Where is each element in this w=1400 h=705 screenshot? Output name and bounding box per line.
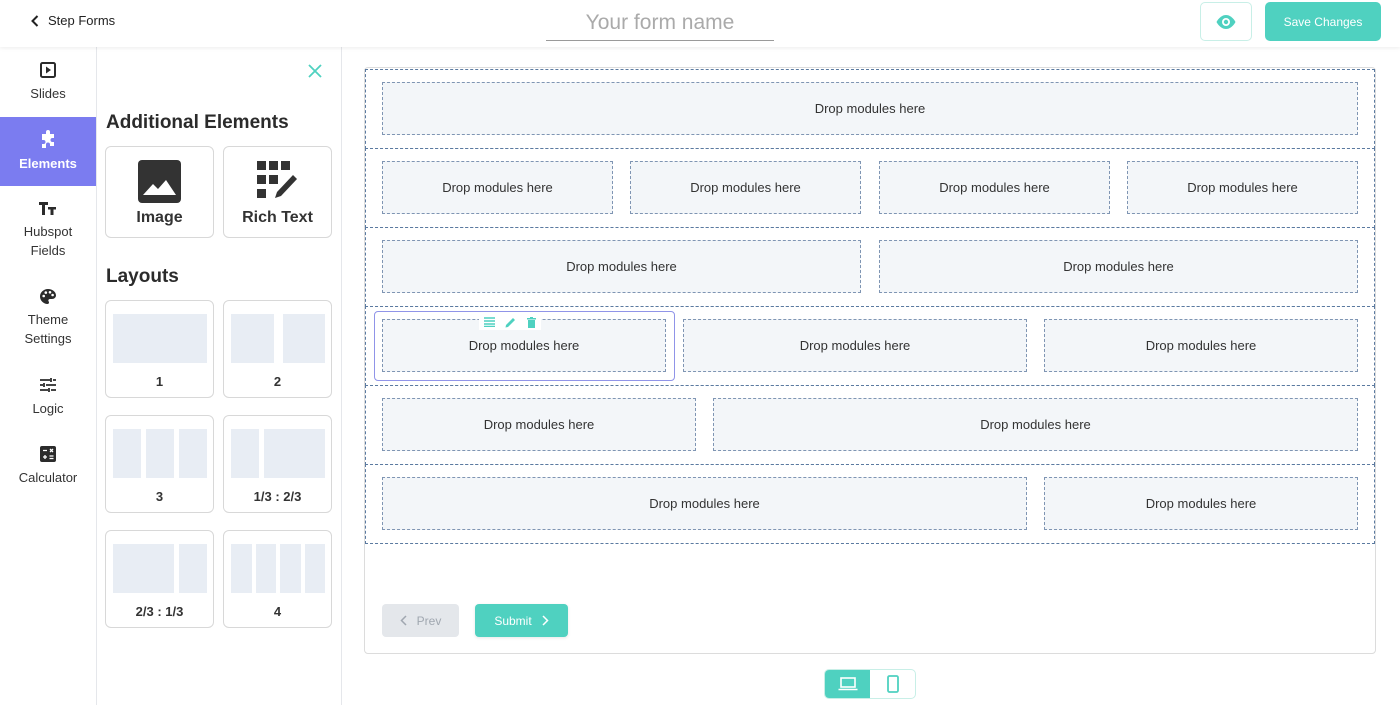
eye-icon — [1216, 14, 1236, 29]
layout-label: 1 — [155, 374, 164, 389]
play-square-icon — [40, 59, 56, 81]
element-card-image[interactable]: Image — [105, 146, 214, 238]
sliders-icon — [39, 374, 57, 396]
elements-panel: Additional Elements Image Rich Text Layo… — [97, 47, 342, 705]
layout-label: 2/3 : 1/3 — [135, 604, 184, 619]
nav-item-theme-settings[interactable]: Theme Settings — [0, 286, 96, 348]
back-label: Step Forms — [48, 13, 116, 28]
layout-preview — [231, 544, 325, 593]
form-name-input[interactable] — [546, 6, 774, 41]
layout-preview — [231, 429, 325, 478]
layout-card-1-3-2-3[interactable]: 1/3 : 2/3 — [223, 415, 332, 513]
form-row[interactable]: Drop modules here Drop modules here Drop… — [365, 148, 1375, 228]
drop-zone[interactable]: Drop modules here — [382, 477, 1027, 530]
calculator-icon — [40, 443, 56, 465]
preview-button[interactable] — [1200, 2, 1252, 41]
drop-zone[interactable]: Drop modules here — [1044, 477, 1358, 530]
additional-elements-title: Additional Elements — [106, 112, 289, 133]
nav-label: Calculator — [18, 470, 78, 485]
layouts-title: Layouts — [106, 266, 179, 287]
prev-label: Prev — [416, 613, 442, 628]
layout-preview — [113, 429, 207, 478]
drop-zone[interactable]: Drop modules here — [630, 161, 861, 214]
mobile-icon — [886, 675, 899, 693]
layout-card-1[interactable]: 1 — [105, 300, 214, 398]
layout-card-3[interactable]: 3 — [105, 415, 214, 513]
drag-handle-icon[interactable] — [484, 317, 496, 327]
edit-icon[interactable] — [505, 317, 516, 328]
drop-zone[interactable]: Drop modules here — [1044, 319, 1358, 372]
delete-icon[interactable] — [526, 316, 536, 328]
top-bar: Step Forms Save Changes — [0, 0, 1400, 47]
drop-zone[interactable]: Drop modules here — [382, 240, 861, 293]
layout-preview — [231, 314, 325, 363]
drop-zone[interactable]: Drop modules here — [382, 398, 696, 451]
device-toggle — [824, 669, 916, 699]
nav-label: Slides — [30, 86, 66, 101]
form-row[interactable]: Drop modules here — [365, 69, 1375, 149]
drop-zone[interactable]: Drop modules here — [683, 319, 1027, 372]
element-card-rich-text[interactable]: Rich Text — [223, 146, 332, 238]
column-toolbar — [479, 314, 541, 330]
chevron-left-icon — [400, 615, 407, 626]
layout-label: 3 — [155, 489, 164, 504]
drop-zone[interactable]: Drop modules here — [1127, 161, 1358, 214]
form-row[interactable]: Drop modules here Drop modules here — [365, 227, 1375, 307]
form-row[interactable]: Drop modules here Drop modules here Drop… — [365, 306, 1375, 386]
mobile-view-button[interactable] — [870, 670, 915, 698]
chevron-right-icon — [542, 615, 549, 626]
nav-item-slides[interactable]: Slides — [0, 59, 96, 109]
layout-card-4[interactable]: 4 — [223, 530, 332, 628]
chevron-left-icon — [31, 14, 39, 27]
nav-item-logic[interactable]: Logic — [0, 374, 96, 418]
nav-label: Elements — [19, 156, 77, 171]
drop-zone[interactable]: Drop modules here — [879, 240, 1358, 293]
drop-zone[interactable]: Drop modules here — [382, 82, 1358, 135]
nav-label: Logic — [32, 401, 64, 416]
form-canvas: Drop modules here Drop modules here Drop… — [342, 47, 1400, 705]
layout-preview — [113, 544, 207, 593]
drop-zone[interactable]: Drop modules here — [382, 161, 613, 214]
drop-zone[interactable]: Drop modules here — [879, 161, 1110, 214]
desktop-view-button[interactable] — [825, 670, 870, 698]
save-changes-button[interactable]: Save Changes — [1265, 2, 1381, 41]
layout-label: 1/3 : 2/3 — [253, 489, 302, 504]
submit-label: Submit — [494, 613, 532, 628]
palette-icon — [39, 286, 57, 307]
prev-button[interactable]: Prev — [382, 604, 459, 637]
layout-card-2[interactable]: 2 — [223, 300, 332, 398]
nav-item-hubspot-fields[interactable]: Hubspot Fields — [0, 197, 96, 267]
back-link[interactable]: Step Forms — [30, 13, 115, 28]
nav-item-calculator[interactable]: Calculator — [0, 443, 96, 487]
layout-preview — [113, 314, 207, 363]
nav-label: Theme Settings — [24, 312, 72, 346]
drop-zone[interactable]: Drop modules here — [713, 398, 1358, 451]
form-slide: Drop modules here Drop modules here Drop… — [364, 67, 1376, 654]
close-icon[interactable] — [307, 63, 323, 79]
element-label: Rich Text — [242, 209, 313, 226]
layout-card-2-3-1-3[interactable]: 2/3 : 1/3 — [105, 530, 214, 628]
puzzle-icon — [38, 129, 58, 151]
laptop-icon — [838, 677, 857, 691]
text-size-icon — [38, 197, 58, 219]
nav-item-elements[interactable]: Elements — [0, 117, 96, 186]
layout-label: 4 — [273, 604, 282, 619]
submit-button[interactable]: Submit — [475, 604, 568, 637]
image-icon — [138, 159, 181, 203]
layout-label: 2 — [273, 374, 282, 389]
element-label: Image — [136, 209, 183, 226]
form-row[interactable]: Drop modules here Drop modules here — [365, 464, 1375, 544]
nav-label: Hubspot Fields — [23, 224, 73, 258]
rich-text-icon — [256, 161, 297, 198]
form-row[interactable]: Drop modules here Drop modules here — [365, 385, 1375, 465]
left-nav: Slides Elements Hubspot Fields Theme Set… — [0, 47, 97, 705]
